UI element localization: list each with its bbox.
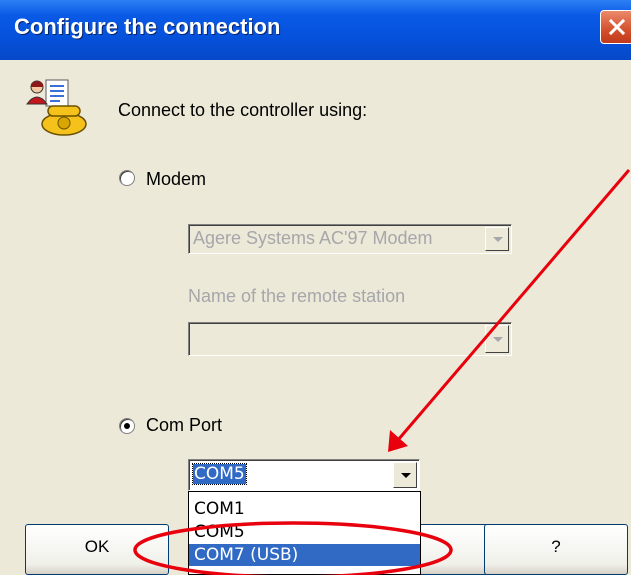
- phone-contact-icon: [24, 78, 88, 143]
- help-button[interactable]: ?: [484, 524, 628, 575]
- window-title: Configure the connection: [14, 14, 281, 39]
- close-button[interactable]: [600, 10, 631, 44]
- modem-device-select: Agere Systems AC'97 Modem: [188, 224, 512, 254]
- modem-device-value: Agere Systems AC'97 Modem: [193, 228, 433, 248]
- chevron-down-icon: [485, 325, 509, 353]
- dropdown-option-com1[interactable]: COM1: [189, 498, 420, 520]
- annotation-arrow-line: [396, 169, 631, 441]
- annotation-arrowhead: [388, 430, 408, 452]
- com-port-select[interactable]: COM5: [188, 459, 420, 491]
- chevron-down-icon[interactable]: [393, 462, 417, 488]
- close-icon: [608, 18, 626, 36]
- ok-button-label: OK: [84, 537, 110, 556]
- modem-radio[interactable]: [119, 170, 135, 186]
- com-port-value: COM5: [192, 463, 247, 485]
- title-bar[interactable]: Configure the connection: [0, 0, 631, 60]
- help-button-label: ?: [551, 537, 561, 556]
- chevron-down-icon: [485, 227, 509, 251]
- ok-button[interactable]: OK: [25, 524, 169, 575]
- dropdown-option-com7-usb[interactable]: COM7 (USB): [189, 544, 420, 566]
- dropdown-option-com5[interactable]: COM5: [189, 521, 420, 543]
- modem-label[interactable]: Modem: [146, 169, 206, 190]
- com-port-dropdown-list[interactable]: COM1 COM5 COM7 (USB): [188, 491, 421, 575]
- connection-prompt: Connect to the controller using:: [118, 100, 368, 120]
- com-port-label[interactable]: Com Port: [146, 415, 222, 436]
- com-port-radio[interactable]: [119, 418, 135, 434]
- remote-station-label: Name of the remote station: [188, 286, 406, 306]
- remote-station-select: [188, 322, 512, 356]
